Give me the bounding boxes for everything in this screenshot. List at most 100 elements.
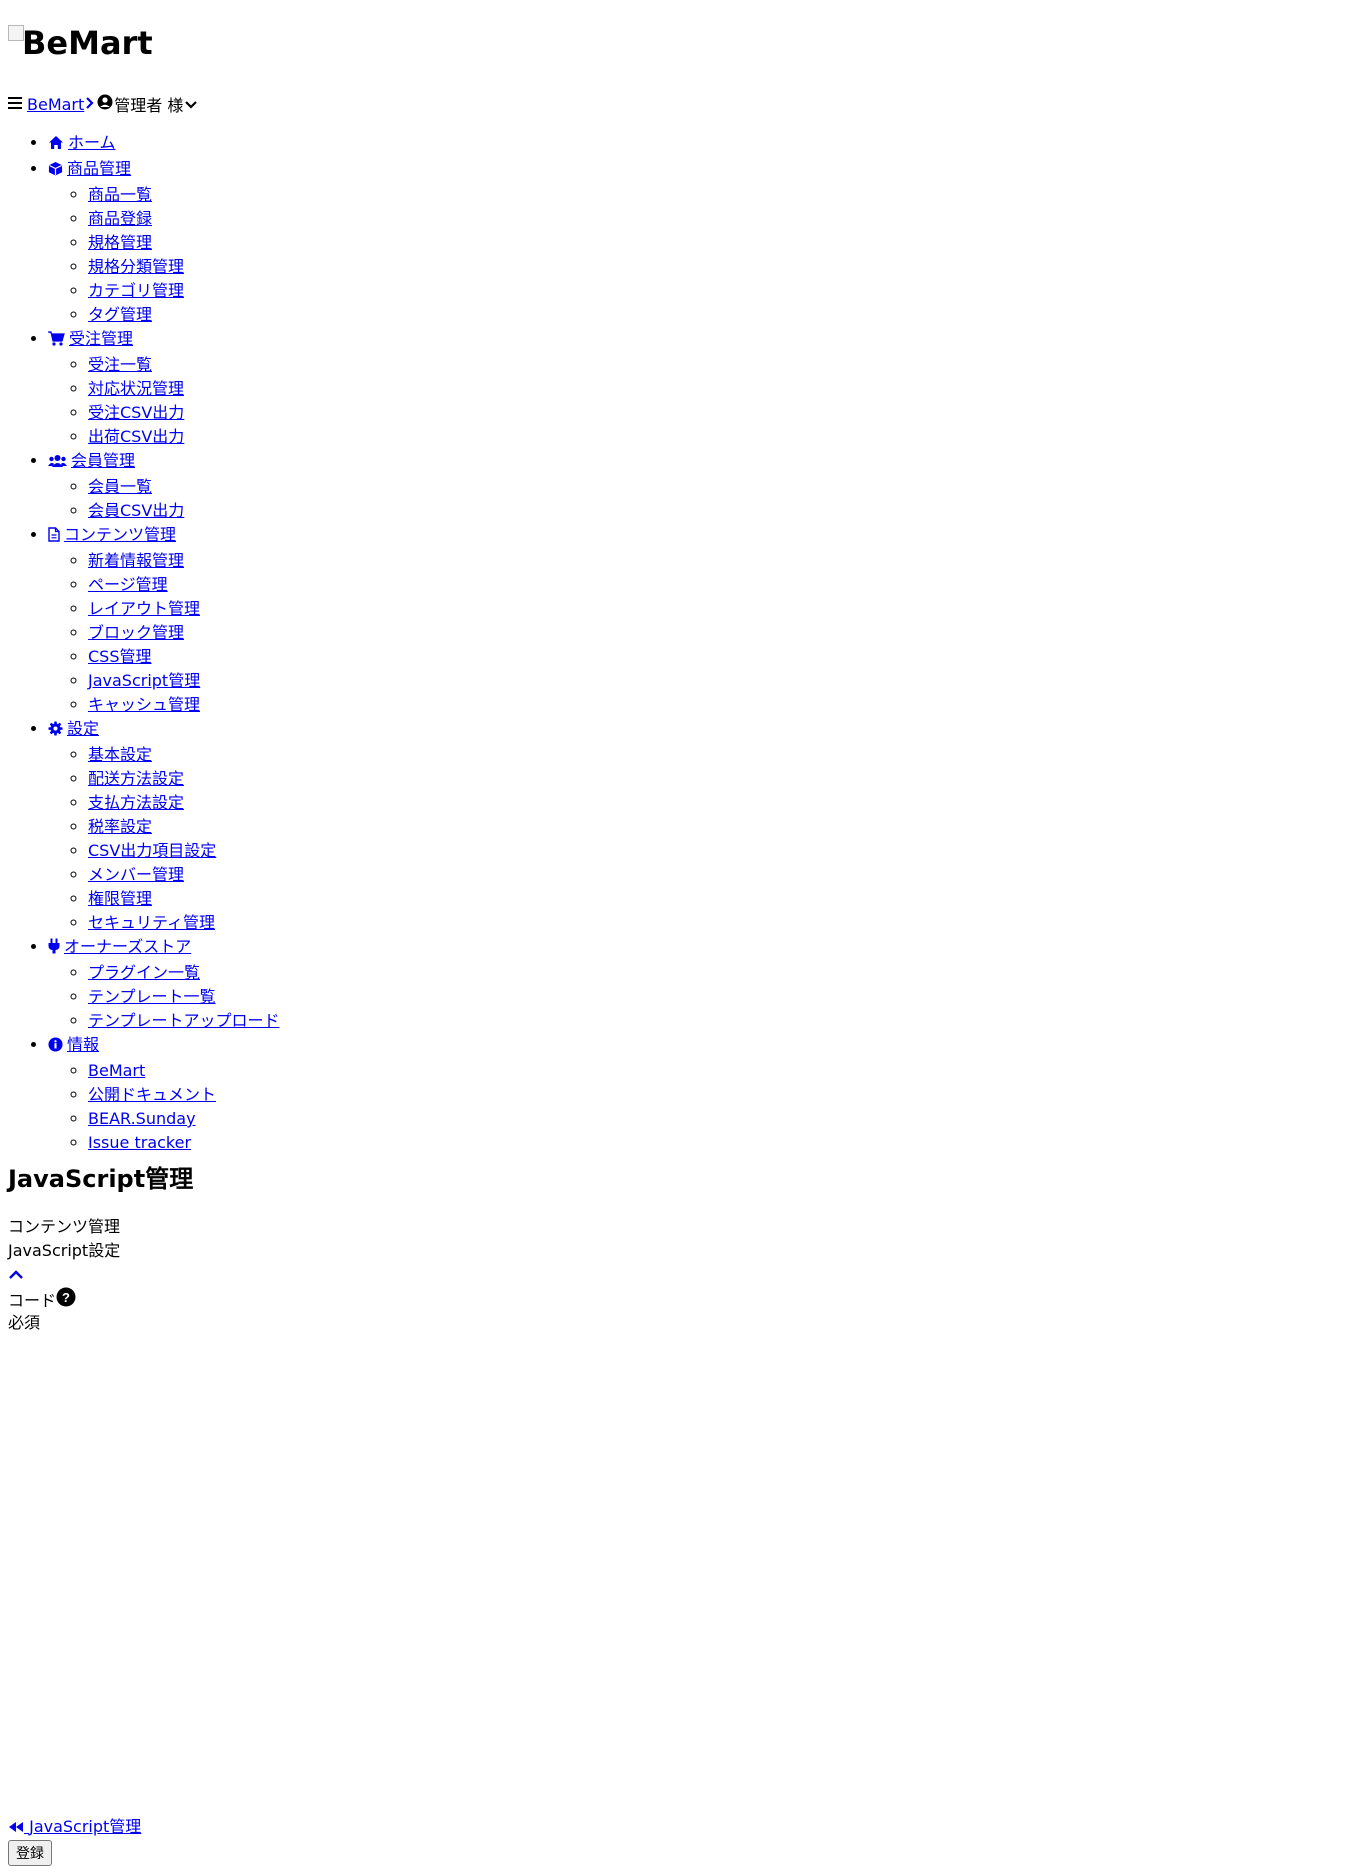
nav-subitem: 規格分類管理	[88, 255, 280, 279]
chevron-down-icon[interactable]	[184, 95, 198, 114]
nav-sublink[interactable]: ページ管理	[88, 575, 168, 594]
nav-link-label: 会員管理	[71, 451, 136, 470]
chevron-up-icon[interactable]	[8, 1268, 24, 1280]
nav-sublink[interactable]: 税率設定	[88, 817, 152, 836]
nav-sublink[interactable]: JavaScript管理	[88, 671, 200, 690]
info-icon	[48, 1035, 63, 1059]
nav-sublink[interactable]: キャッシュ管理	[88, 695, 200, 714]
section-title: JavaScript設定	[8, 1241, 121, 1260]
nav-sublink[interactable]: Issue tracker	[88, 1133, 191, 1152]
nav-item: 会員管理会員一覧会員CSV出力	[48, 449, 280, 523]
nav-sublink[interactable]: 対応状況管理	[88, 379, 184, 398]
chevron-right-icon	[85, 95, 94, 114]
submit-button[interactable]: 登録	[8, 1840, 52, 1866]
nav-sublink[interactable]: 権限管理	[88, 889, 152, 908]
nav-sublink[interactable]: 商品一覧	[88, 185, 152, 204]
nav-subitem: ブロック管理	[88, 621, 280, 645]
nav-sublink[interactable]: 商品登録	[88, 209, 152, 228]
nav-subitem: 商品一覧	[88, 183, 280, 207]
file-icon	[48, 525, 60, 549]
nav-sublink[interactable]: 受注一覧	[88, 355, 152, 374]
nav-link-label: コンテンツ管理	[64, 525, 177, 544]
nav-subitem: 商品登録	[88, 207, 280, 231]
nav-link[interactable]: ホーム	[48, 133, 116, 152]
nav-link-label: 情報	[67, 1035, 100, 1054]
nav-subitem: タグ管理	[88, 303, 280, 327]
nav-sublink[interactable]: テンプレート一覧	[88, 987, 216, 1006]
nav-sublink[interactable]: 会員CSV出力	[88, 501, 184, 520]
breadcrumb: コンテンツ管理	[8, 1217, 121, 1236]
nav-subitem: 出荷CSV出力	[88, 425, 280, 449]
user-menu[interactable]: 管理者 様	[114, 92, 183, 116]
brand-logo: BeMart	[8, 23, 153, 63]
nav-subitem: セキュリティ管理	[88, 911, 280, 935]
nav-item: 情報 BeMart 公開ドキュメント BEAR.Sunday Issue tracker	[48, 1033, 280, 1155]
top-bar: BeMart 管理者 様	[8, 92, 198, 116]
nav-sublink[interactable]: タグ管理	[88, 305, 152, 324]
nav-sublink[interactable]: CSS管理	[88, 647, 152, 666]
back-link-label: JavaScript管理	[29, 1817, 142, 1836]
backward-icon	[8, 1816, 24, 1840]
nav-sublink[interactable]: 基本設定	[88, 745, 152, 764]
collapse-toggle[interactable]	[8, 1265, 24, 1284]
nav-link[interactable]: コンテンツ管理	[48, 525, 176, 544]
back-link[interactable]: JavaScript管理	[8, 1815, 141, 1840]
question-circle-icon[interactable]: ?	[56, 1287, 76, 1314]
nav-sublink[interactable]: ブロック管理	[88, 623, 184, 642]
nav-subitem: キャッシュ管理	[88, 693, 280, 717]
nav-sublink[interactable]: プラグイン一覧	[88, 963, 200, 982]
nav-subitem: Issue tracker	[88, 1131, 280, 1155]
nav-item: 商品管理商品一覧商品登録規格管理規格分類管理カテゴリ管理タグ管理	[48, 157, 280, 327]
nav-sublink[interactable]: BeMart	[88, 1061, 145, 1080]
nav-submenu: 基本設定配送方法設定支払方法設定税率設定 CSV出力項目設定メンバー管理権限管理セ…	[48, 743, 280, 935]
gear-icon	[48, 719, 63, 743]
nav-sublink[interactable]: 規格管理	[88, 233, 152, 252]
nav-sublink[interactable]: メンバー管理	[88, 865, 184, 884]
nav-link[interactable]: 商品管理	[48, 159, 131, 178]
home-icon	[48, 133, 64, 157]
nav-subitem: 支払方法設定	[88, 791, 280, 815]
nav-sublink[interactable]: 配送方法設定	[88, 769, 184, 788]
nav-subitem: レイアウト管理	[88, 597, 280, 621]
nav-sublink[interactable]: カテゴリ管理	[88, 281, 184, 300]
nav-sublink[interactable]: BEAR.Sunday	[88, 1109, 196, 1128]
nav-sublink[interactable]: セキュリティ管理	[88, 913, 215, 932]
nav-subitem: 会員一覧	[88, 475, 280, 499]
user-circle-icon	[97, 94, 113, 114]
plug-icon	[48, 937, 60, 961]
nav-submenu: 会員一覧会員CSV出力	[48, 475, 280, 523]
nav-link[interactable]: 設定	[48, 719, 99, 738]
nav-item: 受注管理受注一覧対応状況管理受注CSV出力出荷CSV出力	[48, 327, 280, 449]
nav-subitem: 受注CSV出力	[88, 401, 280, 425]
nav-submenu: プラグイン一覧テンプレート一覧テンプレートアップロード	[48, 961, 280, 1033]
nav-sublink[interactable]: CSV出力項目設定	[88, 841, 216, 860]
nav-link-label: ホーム	[68, 133, 116, 152]
nav-link[interactable]: 受注管理	[48, 329, 133, 348]
site-link[interactable]: BeMart	[27, 95, 84, 114]
nav-link[interactable]: 情報	[48, 1035, 99, 1054]
nav-subitem: テンプレートアップロード	[88, 1009, 280, 1033]
required-badge: 必須	[8, 1313, 41, 1332]
nav-item: オーナーズストアプラグイン一覧テンプレート一覧テンプレートアップロード	[48, 935, 280, 1033]
nav-sublink[interactable]: レイアウト管理	[88, 599, 200, 618]
bars-icon[interactable]	[8, 95, 22, 114]
nav-sublink[interactable]: 公開ドキュメント	[88, 1085, 216, 1104]
nav-sublink[interactable]: 新着情報管理	[88, 551, 184, 570]
nav-sublink[interactable]: テンプレートアップロード	[88, 1011, 280, 1030]
nav-link-label: 商品管理	[67, 159, 132, 178]
nav-sublink[interactable]: 支払方法設定	[88, 793, 184, 812]
nav-submenu: BeMart 公開ドキュメント BEAR.Sunday Issue tracker	[48, 1059, 280, 1155]
nav-subitem: 公開ドキュメント	[88, 1083, 280, 1107]
nav-subitem: 受注一覧	[88, 353, 280, 377]
nav-link[interactable]: オーナーズストア	[48, 937, 191, 956]
cube-icon	[48, 159, 63, 183]
nav-link[interactable]: 会員管理	[48, 451, 135, 470]
nav-subitem: BEAR.Sunday	[88, 1107, 280, 1131]
nav-sublink[interactable]: 受注CSV出力	[88, 403, 184, 422]
nav-subitem: メンバー管理	[88, 863, 280, 887]
nav-sublink[interactable]: 規格分類管理	[88, 257, 184, 276]
nav-link-label: 受注管理	[69, 329, 134, 348]
nav-subitem: 配送方法設定	[88, 767, 280, 791]
nav-sublink[interactable]: 会員一覧	[88, 477, 152, 496]
nav-sublink[interactable]: 出荷CSV出力	[88, 427, 184, 446]
